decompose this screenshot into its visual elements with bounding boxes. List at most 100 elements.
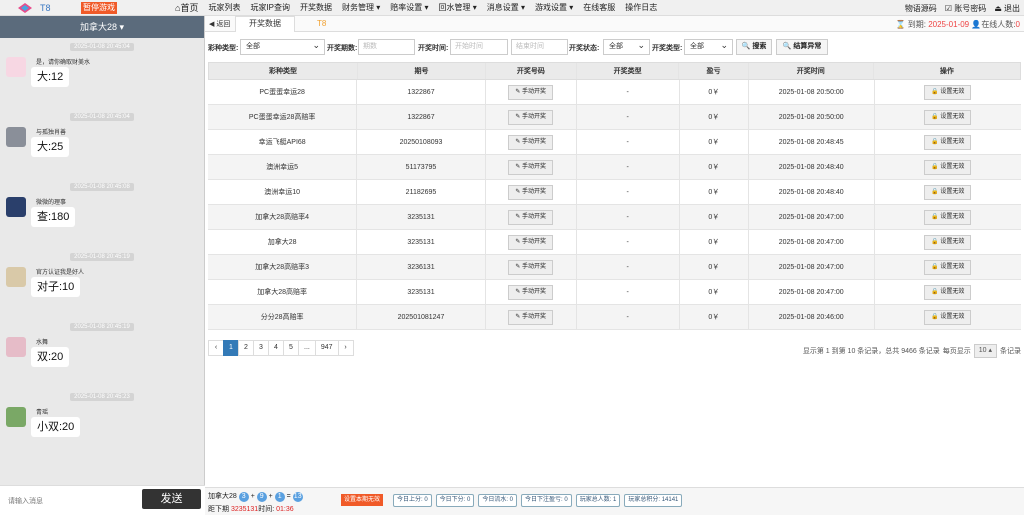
chat-message: 2025-01-08 20:45:19 官方认证我是好人 对子:10: [0, 253, 205, 323]
cell-draw-type: -: [577, 205, 680, 229]
nav-item[interactable]: 游戏设置 ▾: [530, 3, 578, 15]
page-button[interactable]: 1: [223, 340, 239, 356]
manual-draw-button[interactable]: ✎ 手动开奖: [508, 184, 554, 200]
manual-draw-button[interactable]: ✎ 手动开奖: [508, 84, 554, 100]
set-invalid-button[interactable]: 🔒 设置无效: [924, 259, 972, 275]
chat-input[interactable]: [8, 493, 128, 509]
manual-draw-button[interactable]: ✎ 手动开奖: [508, 159, 554, 175]
cell-draw-time: 2025-01-08 20:48:45: [749, 130, 875, 154]
manual-draw-button[interactable]: ✎ 手动开奖: [508, 284, 554, 300]
draw-type-select[interactable]: 全部: [684, 38, 733, 55]
main-nav: ⌂首页 玩家列表 玩家IP查询 开奖数据 财务管理 ▾ 赔率设置 ▾ 回水管理 ▾ 消息设置 …: [170, 3, 662, 15]
settle-exception-button[interactable]: 🔍 结算异常: [776, 39, 828, 55]
page-button[interactable]: 947: [314, 340, 339, 356]
manual-draw-button[interactable]: ✎ 手动开奖: [508, 259, 554, 275]
table-body: PC蛋蛋幸运28 1322867 ✎ 手动开奖 -0￥ 2025-01-08 20:50…: [208, 80, 1021, 330]
avatar[interactable]: [6, 267, 26, 287]
header-draw-time[interactable]: 开奖时间: [749, 63, 874, 79]
period-input[interactable]: 期数: [358, 39, 415, 55]
prev-page-button[interactable]: ‹: [208, 340, 224, 356]
header-draw-type[interactable]: 开奖类型: [577, 63, 680, 79]
filter-bar: 彩种类型: 全部 开奖期数: 期数 开奖时间: 开始时间 结束时间 开奖状态: …: [205, 36, 1024, 58]
set-invalid-button[interactable]: 🔒 设置无效: [924, 84, 972, 100]
stat-today-bet-profit: 今日下注盈亏: 0: [521, 494, 572, 507]
header-lottery-type[interactable]: 彩种类型: [209, 63, 358, 79]
page-button[interactable]: 5: [283, 340, 299, 356]
cell-draw-time: 2025-01-08 20:48:40: [749, 155, 875, 179]
manual-draw-button[interactable]: ✎ 手动开奖: [508, 109, 554, 125]
tab-draw-data[interactable]: 开奖数据: [235, 16, 295, 32]
page-info: 显示第 1 到第 10 条记录，总共 9466 条记录 每页显示 10 ▴ 条记…: [803, 344, 1021, 358]
status-select[interactable]: 全部: [603, 38, 650, 55]
manual-draw-label: 手动开奖: [522, 238, 547, 245]
avatar[interactable]: [6, 197, 26, 217]
avatar[interactable]: [6, 57, 26, 77]
avatar[interactable]: [6, 337, 26, 357]
nav-item[interactable]: 赔率设置 ▾: [385, 3, 433, 15]
nav-item[interactable]: 开奖数据: [295, 3, 337, 15]
nav-item[interactable]: 在线客服: [578, 3, 620, 15]
set-period-invalid-button[interactable]: 设置本期无效: [341, 494, 384, 506]
lock-icon: 🔒: [931, 113, 939, 120]
page-size-select[interactable]: 10 ▴: [973, 344, 997, 358]
manual-draw-button[interactable]: ✎ 手动开奖: [508, 234, 554, 250]
send-button[interactable]: 发送: [142, 489, 201, 509]
set-invalid-button[interactable]: 🔒 设置无效: [924, 234, 972, 250]
search-button[interactable]: 🔍 搜索: [736, 39, 772, 55]
nav-item[interactable]: 玩家IP查询: [245, 3, 295, 15]
page-button[interactable]: 4: [268, 340, 284, 356]
manual-draw-label: 手动开奖: [522, 88, 547, 95]
nav-item[interactable]: 消息设置 ▾: [482, 3, 530, 15]
stat-today-up: 今日上分: 0: [393, 494, 432, 507]
start-time-input[interactable]: 开始时间: [450, 39, 508, 55]
message-sender: 是，请你确取财美水: [36, 60, 91, 66]
logout-link[interactable]: ⏏ 退出: [994, 3, 1020, 14]
manual-draw-label: 手动开奖: [522, 138, 547, 145]
manual-draw-button[interactable]: ✎ 手动开奖: [508, 134, 554, 150]
source-link[interactable]: 物语源码: [905, 3, 937, 14]
cell-profit: 0￥: [680, 230, 749, 254]
cell-draw-number: ✎ 手动开奖: [486, 180, 577, 204]
page-button[interactable]: 2: [238, 340, 254, 356]
header-profit[interactable]: 盈亏: [679, 63, 749, 79]
bottom-bar: 加拿大28 3 + 9 + 1 = 13 距下期 3235131时间: 01:3…: [205, 487, 1024, 515]
lottery-type-select[interactable]: 全部: [240, 38, 325, 55]
manual-draw-button[interactable]: ✎ 手动开奖: [508, 209, 554, 225]
account-password-link[interactable]: ☑ 账号密码: [945, 3, 986, 14]
stop-game-button[interactable]: 暂停游戏: [81, 2, 117, 14]
chat-room-selector[interactable]: 加拿大28 ▾: [0, 16, 204, 38]
page-button[interactable]: ...: [298, 340, 316, 356]
table-row: 澳洲幸运10 21182695 ✎ 手动开奖 -0￥ 2025-01-08 20:48:…: [208, 180, 1021, 205]
set-invalid-button[interactable]: 🔒 设置无效: [924, 159, 972, 175]
table-row: 加拿大28高赔率 3235131 ✎ 手动开奖 -0￥ 2025-01-08 20:47…: [208, 280, 1021, 305]
avatar[interactable]: [6, 127, 26, 147]
header-draw-number[interactable]: 开奖号码: [486, 63, 577, 79]
header-period[interactable]: 期号: [358, 63, 486, 79]
stat-player-count: 玩家总人数: 1: [575, 494, 621, 507]
back-tab[interactable]: ◀ 返回: [209, 19, 230, 29]
cell-lottery-type: PC蛋蛋幸运28高赔率: [208, 105, 358, 129]
nav-item[interactable]: 玩家列表: [203, 3, 245, 15]
set-invalid-button[interactable]: 🔒 设置无效: [924, 109, 972, 125]
message-time: 2025-01-08 20:45:04: [70, 113, 134, 121]
set-invalid-button[interactable]: 🔒 设置无效: [924, 209, 972, 225]
avatar[interactable]: [6, 407, 26, 427]
end-time-input[interactable]: 结束时间: [511, 39, 568, 55]
set-invalid-label: 设置无效: [940, 288, 965, 295]
nav-home[interactable]: ⌂首页: [170, 3, 203, 15]
message-bubble: 双:20: [31, 347, 70, 367]
set-invalid-button[interactable]: 🔒 设置无效: [924, 309, 972, 325]
nav-item[interactable]: 回水管理 ▾: [434, 3, 482, 15]
tab-t8[interactable]: T8: [317, 19, 326, 28]
manual-draw-button[interactable]: ✎ 手动开奖: [508, 309, 554, 325]
nav-item[interactable]: 操作日志: [620, 3, 662, 15]
table-row: PC蛋蛋幸运28高赔率 1322867 ✎ 手动开奖 -0￥ 2025-01-08 20…: [208, 105, 1021, 130]
draw-data-table: 彩种类型 期号 开奖号码 开奖类型 盈亏 开奖时间 操作 PC蛋蛋幸运28 132…: [208, 62, 1021, 330]
set-invalid-button[interactable]: 🔒 设置无效: [924, 134, 972, 150]
nav-item[interactable]: 财务管理 ▾: [337, 3, 385, 15]
set-invalid-button[interactable]: 🔒 设置无效: [924, 284, 972, 300]
cell-draw-number: ✎ 手动开奖: [486, 205, 577, 229]
next-page-button[interactable]: ›: [337, 340, 354, 356]
page-button[interactable]: 3: [253, 340, 269, 356]
set-invalid-button[interactable]: 🔒 设置无效: [924, 184, 972, 200]
